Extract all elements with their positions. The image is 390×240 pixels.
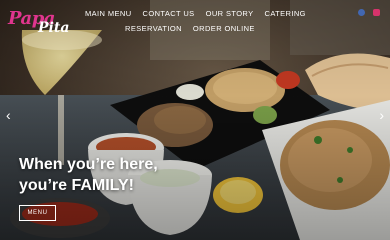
- menu-button[interactable]: MENU: [19, 205, 56, 221]
- hero-headline-line1: When you’re here,: [19, 156, 158, 173]
- next-slide-arrow-icon[interactable]: ›: [379, 108, 384, 122]
- nav-contact-us[interactable]: CONTACT US: [143, 9, 195, 18]
- nav-our-story[interactable]: OUR STORY: [206, 9, 254, 18]
- hero-headline-line2: you’re FAMILY!: [19, 177, 134, 194]
- papa-pita-logo[interactable]: Papa Pita: [8, 6, 78, 38]
- facebook-icon[interactable]: [358, 9, 365, 16]
- social-links: [358, 9, 380, 16]
- nav-catering[interactable]: CATERING: [265, 9, 306, 18]
- logo-word-pita: Pita: [38, 20, 70, 36]
- nav-order-online[interactable]: ORDER ONLINE: [193, 24, 255, 33]
- hero-headline: When you’re here, you’re FAMILY!: [19, 154, 158, 196]
- nav-main-menu[interactable]: MAIN MENU: [85, 9, 132, 18]
- prev-slide-arrow-icon[interactable]: ‹: [6, 108, 11, 122]
- instagram-icon[interactable]: [373, 9, 380, 16]
- nav-reservation[interactable]: RESERVATION: [125, 24, 182, 33]
